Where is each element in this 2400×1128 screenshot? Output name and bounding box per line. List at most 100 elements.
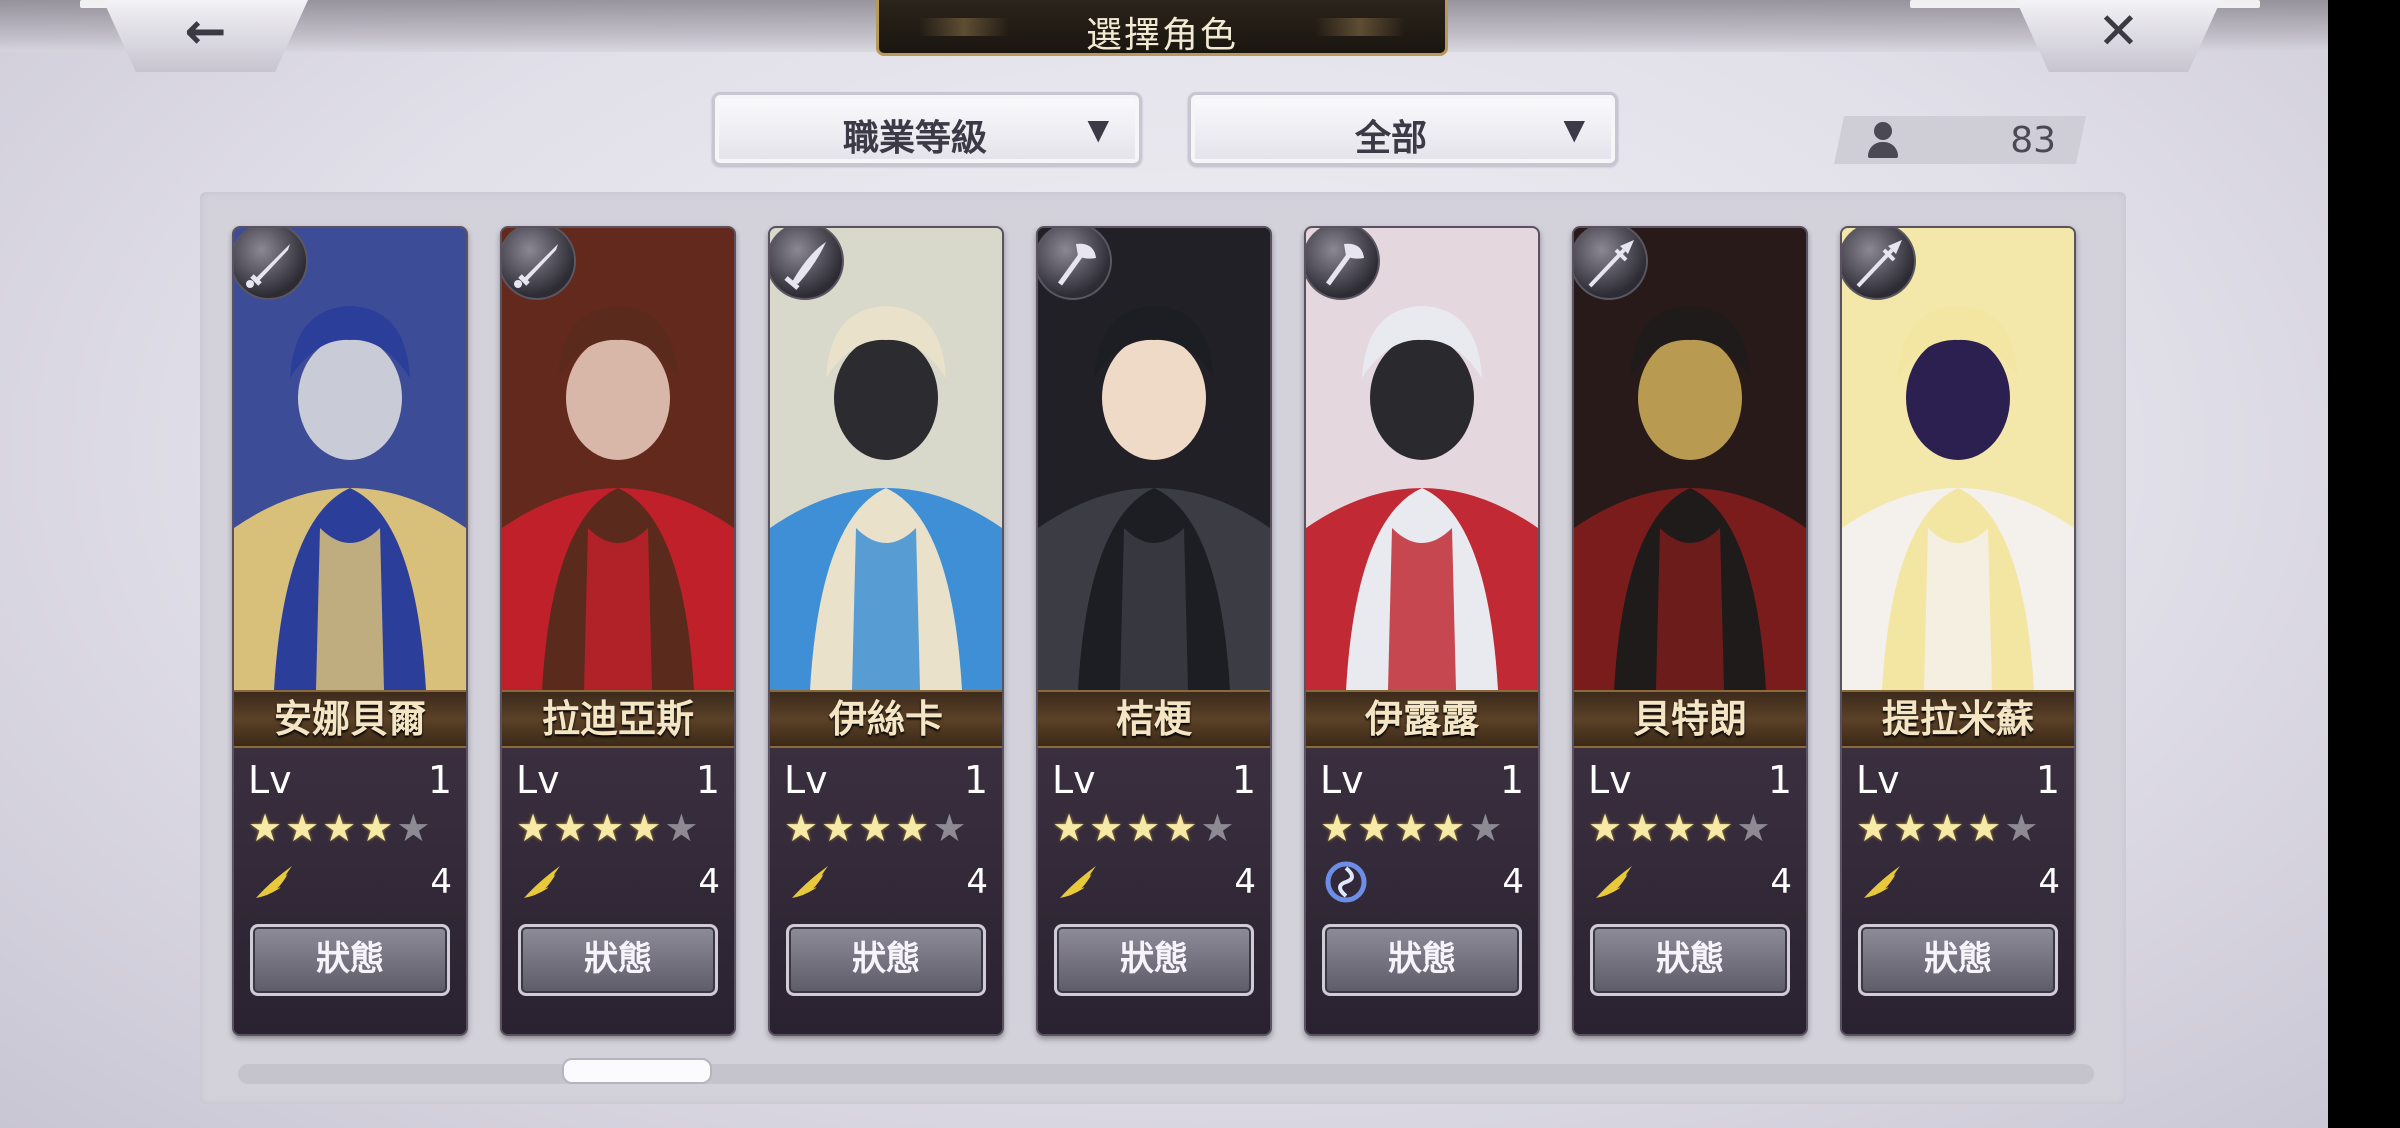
level-value: 1 — [695, 758, 720, 802]
status-button-label: 狀態 — [1388, 939, 1456, 979]
wind-icon — [1060, 866, 1096, 898]
page-title: 選擇角色 — [1085, 15, 1238, 56]
character-name: 伊絲卡 — [828, 696, 943, 741]
level-label: Lv — [784, 758, 828, 802]
element-value: 4 — [1770, 862, 1792, 902]
wind-icon — [792, 866, 828, 898]
status-button[interactable]: 狀態 — [250, 924, 450, 996]
axe-icon — [1038, 228, 1112, 300]
character-info: Lv 1 ★★★★★ 4 狀態 — [1842, 748, 2074, 1034]
star-filled-icon: ★ — [516, 806, 554, 850]
star-filled-icon: ★ — [1856, 806, 1894, 850]
character-card[interactable]: 貝特朗 Lv 1 ★★★★★ 4 狀態 — [1572, 226, 1808, 1036]
status-button[interactable]: 狀態 — [1054, 924, 1254, 996]
user-icon — [1866, 122, 1900, 158]
star-empty-icon: ★ — [2004, 806, 2042, 850]
character-card[interactable]: 拉迪亞斯 Lv 1 ★★★★★ 4 狀態 — [500, 226, 736, 1036]
star-filled-icon: ★ — [590, 806, 628, 850]
star-filled-icon: ★ — [1625, 806, 1663, 850]
level-value: 1 — [963, 758, 988, 802]
star-filled-icon: ★ — [1662, 806, 1700, 850]
character-name: 伊露露 — [1364, 696, 1479, 741]
character-card-list: 安娜貝爾 Lv 1 ★★★★★ 4 狀態 拉迪亞斯 Lv 1 ★★★★★ 4 狀… — [232, 226, 2076, 1036]
element-value: 4 — [1502, 862, 1524, 902]
status-button[interactable]: 狀態 — [518, 924, 718, 996]
level-label: Lv — [248, 758, 292, 802]
character-name-bar: 伊絲卡 — [770, 690, 1002, 748]
status-button-label: 狀態 — [852, 939, 920, 979]
star-empty-icon: ★ — [1200, 806, 1238, 850]
title-plate: 選擇角色 — [876, 0, 1448, 56]
water-icon — [1325, 861, 1367, 903]
star-empty-icon: ★ — [396, 806, 434, 850]
status-button[interactable]: 狀態 — [1322, 924, 1522, 996]
star-empty-icon: ★ — [1736, 806, 1774, 850]
wind-icon — [1864, 866, 1900, 898]
level-value: 1 — [2035, 758, 2060, 802]
level-label: Lv — [1320, 758, 1364, 802]
category-dropdown[interactable]: 全部 ▼ — [1188, 92, 1618, 166]
character-name-bar: 拉迪亞斯 — [502, 690, 734, 748]
horizontal-scrollbar-track[interactable] — [238, 1064, 2094, 1084]
status-button-label: 狀態 — [1656, 939, 1724, 979]
rarity-stars: ★★★★★ — [1320, 808, 1505, 848]
star-filled-icon: ★ — [1967, 806, 2005, 850]
star-filled-icon: ★ — [248, 806, 286, 850]
element-value: 4 — [430, 862, 452, 902]
sword-icon — [234, 228, 308, 300]
status-button[interactable]: 狀態 — [1590, 924, 1790, 996]
rarity-stars: ★★★★★ — [1588, 808, 1773, 848]
character-info: Lv 1 ★★★★★ 4 狀態 — [1038, 748, 1270, 1034]
wind-icon — [256, 866, 292, 898]
wind-icon — [1596, 866, 1632, 898]
character-card[interactable]: 伊絲卡 Lv 1 ★★★★★ 4 狀態 — [768, 226, 1004, 1036]
star-filled-icon: ★ — [359, 806, 397, 850]
character-name: 安娜貝爾 — [273, 696, 426, 741]
star-filled-icon: ★ — [1089, 806, 1127, 850]
rarity-stars: ★★★★★ — [516, 808, 701, 848]
element-value: 4 — [966, 862, 988, 902]
star-filled-icon: ★ — [1930, 806, 1968, 850]
status-button-label: 狀態 — [316, 939, 384, 979]
character-name-bar: 提拉米蘇 — [1842, 690, 2074, 748]
star-empty-icon: ★ — [664, 806, 702, 850]
horizontal-scrollbar-thumb[interactable] — [562, 1058, 713, 1084]
close-button[interactable]: ✕ — [2016, 0, 2221, 72]
close-icon: ✕ — [2097, 2, 2140, 60]
star-filled-icon: ★ — [858, 806, 896, 850]
character-name: 貝特朗 — [1632, 696, 1747, 741]
star-filled-icon: ★ — [627, 806, 665, 850]
character-card[interactable]: 提拉米蘇 Lv 1 ★★★★★ 4 狀態 — [1840, 226, 2076, 1036]
element-value: 4 — [698, 862, 720, 902]
character-name-bar: 貝特朗 — [1574, 690, 1806, 748]
star-empty-icon: ★ — [1468, 806, 1506, 850]
star-filled-icon: ★ — [322, 806, 360, 850]
sort-dropdown[interactable]: 職業等級 ▼ — [712, 92, 1142, 166]
status-button[interactable]: 狀態 — [786, 924, 986, 996]
category-dropdown-label: 全部 — [1354, 118, 1427, 159]
back-button[interactable]: ← — [103, 0, 308, 72]
star-filled-icon: ★ — [1052, 806, 1090, 850]
character-name-bar: 伊露露 — [1306, 690, 1538, 748]
character-card[interactable]: 桔梗 Lv 1 ★★★★★ 4 狀態 — [1036, 226, 1272, 1036]
status-button-label: 狀態 — [584, 939, 652, 979]
character-info: Lv 1 ★★★★★ 4 狀態 — [502, 748, 734, 1034]
rarity-stars: ★★★★★ — [784, 808, 969, 848]
arrow-left-icon: ← — [184, 2, 227, 60]
character-card[interactable]: 伊露露 Lv 1 ★★★★★ 4 狀態 — [1304, 226, 1540, 1036]
status-button[interactable]: 狀態 — [1858, 924, 2058, 996]
character-info: Lv 1 ★★★★★ 4 狀態 — [1574, 748, 1806, 1034]
element-value: 4 — [1234, 862, 1256, 902]
star-filled-icon: ★ — [821, 806, 859, 850]
sort-dropdown-label: 職業等級 — [842, 118, 987, 159]
status-button-label: 狀態 — [1120, 939, 1188, 979]
star-filled-icon: ★ — [1163, 806, 1201, 850]
character-card[interactable]: 安娜貝爾 Lv 1 ★★★★★ 4 狀態 — [232, 226, 468, 1036]
sword-icon — [502, 228, 576, 300]
level-value: 1 — [1499, 758, 1524, 802]
status-button-label: 狀態 — [1924, 939, 1992, 979]
rarity-stars: ★★★★★ — [1856, 808, 2041, 848]
character-info: Lv 1 ★★★★★ 4 狀態 — [234, 748, 466, 1034]
star-filled-icon: ★ — [1357, 806, 1395, 850]
level-label: Lv — [1052, 758, 1096, 802]
